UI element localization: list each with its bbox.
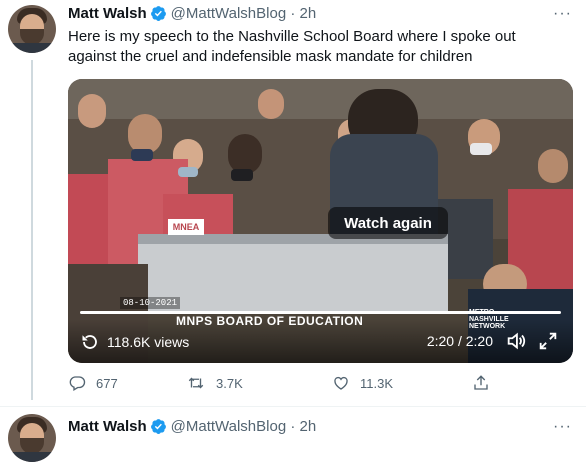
author-name[interactable]: Matt Walsh [68,5,147,22]
volume-icon[interactable] [505,330,527,352]
verified-icon [150,6,166,21]
video-views: 118.6K views [81,333,189,351]
tweet-actions: 677 3.7K 11.3K [68,374,508,394]
more-options-button[interactable]: ··· [553,5,572,23]
tweet-text: Here is my speech to the Nashville Schoo… [68,28,516,65]
avatar[interactable] [8,414,56,462]
tweet-header: Matt Walsh @MattWalshBlog · 2h [68,418,316,435]
video-player[interactable]: MNEA Watch again 08-10-2021 MNPS BOARD O… [68,79,573,363]
reply-button[interactable]: 677 [68,374,118,392]
watch-again-button[interactable]: Watch again [328,207,448,239]
mnea-sign: MNEA [168,219,204,235]
like-count: 11.3K [360,375,394,391]
retweet-count: 3.7K [216,375,243,391]
more-options-button[interactable]: ··· [553,418,572,436]
share-button[interactable] [472,374,500,392]
reply-count: 677 [96,375,118,391]
reply-icon [69,376,86,391]
tweet-header: Matt Walsh @MattWalshBlog · 2h [68,5,316,22]
verified-icon [150,419,166,434]
video-date-overlay: 08-10-2021 [120,297,181,309]
handle-time[interactable]: @MattWalshBlog · 2h [171,5,317,22]
retweet-button[interactable]: 3.7K [186,374,243,392]
fullscreen-icon[interactable] [537,330,559,352]
views-count: 118.6K views [107,334,190,350]
tweet-divider [0,406,586,407]
like-icon [334,376,348,390]
handle-time[interactable]: @MattWalshBlog · 2h [171,418,317,435]
thread-line [31,60,33,400]
video-time: 2:20 / 2:20 [426,333,493,349]
like-button[interactable]: 11.3K [332,374,393,392]
retweet-icon [188,377,204,389]
avatar[interactable] [8,5,56,53]
author-name[interactable]: Matt Walsh [68,418,147,435]
channel-logo: METRO NASHVILLE NETWORK [469,309,509,330]
replay-icon[interactable] [81,333,99,351]
video-banner-text: MNPS BOARD OF EDUCATION [176,314,364,328]
share-icon [474,375,488,390]
